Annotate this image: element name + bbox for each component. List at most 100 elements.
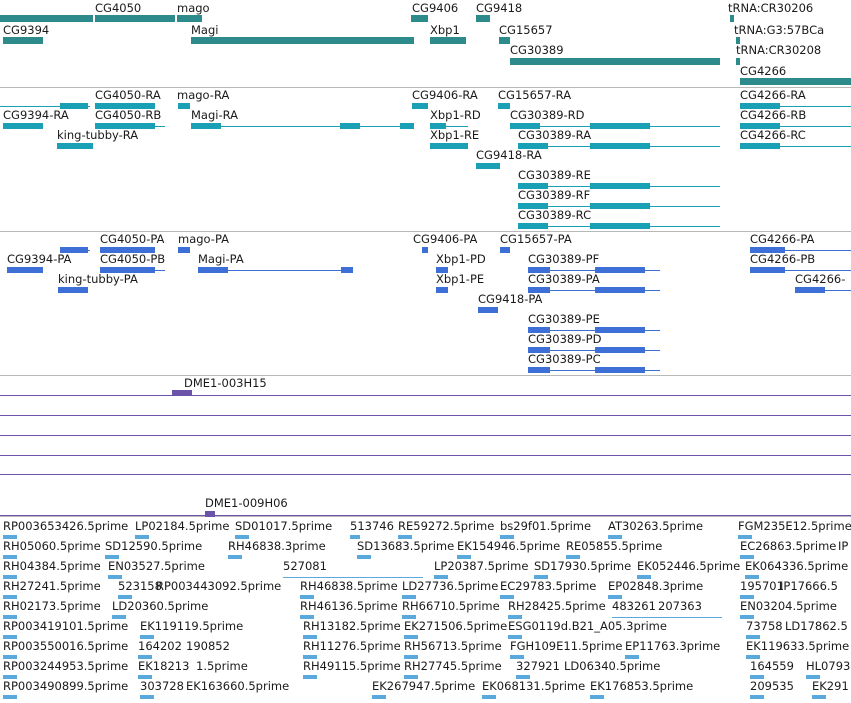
transcript-label[interactable]: CG30389-RE bbox=[518, 169, 591, 182]
transcript-label[interactable]: king-tubby-RA bbox=[57, 129, 138, 142]
transcript-exon[interactable] bbox=[476, 163, 500, 169]
clone-label[interactable]: DME1-003H15 bbox=[184, 377, 267, 390]
est-label[interactable]: RH56713.5prime bbox=[404, 640, 502, 653]
gene-bar[interactable] bbox=[95, 15, 175, 22]
protein-block[interactable] bbox=[595, 267, 645, 273]
est-label[interactable]: RH27241.5prime bbox=[3, 580, 101, 593]
gene-bar[interactable] bbox=[0, 15, 93, 22]
transcript-label[interactable]: CG30389-RF bbox=[518, 189, 590, 202]
protein-block[interactable] bbox=[341, 267, 353, 273]
est-label[interactable]: RP003490899.5prime bbox=[3, 680, 128, 693]
est-label[interactable]: ESG0119d.B21_A05.3prime bbox=[508, 620, 667, 633]
est-label[interactable]: 327921 bbox=[516, 660, 560, 673]
est-label[interactable]: 527081 bbox=[283, 560, 327, 573]
est-label[interactable]: 513746 bbox=[350, 520, 394, 533]
est-mark[interactable] bbox=[750, 695, 764, 699]
protein-block[interactable] bbox=[436, 287, 448, 293]
gene-label[interactable]: CG4266 bbox=[740, 65, 786, 78]
transcript-label[interactable]: CG30389-RC bbox=[518, 209, 591, 222]
est-label[interactable]: RH46838.5prime bbox=[300, 580, 398, 593]
est-label[interactable]: IP17666.5 bbox=[780, 580, 838, 593]
gene-label[interactable]: Magi bbox=[191, 24, 218, 37]
est-label[interactable]: EC26863.5prime bbox=[740, 540, 836, 553]
protein-block[interactable] bbox=[178, 247, 190, 253]
transcript-label[interactable]: CG4266-RC bbox=[740, 129, 806, 142]
protein-label[interactable]: CG9418-PA bbox=[478, 293, 542, 306]
clone-line[interactable] bbox=[0, 474, 851, 475]
protein-block[interactable] bbox=[528, 367, 550, 373]
est-mark[interactable] bbox=[590, 695, 604, 699]
protein-label[interactable]: Xbp1-PD bbox=[436, 253, 486, 266]
transcript-label[interactable]: CG30389-RD bbox=[510, 109, 585, 122]
est-label[interactable]: RH27745.5prime bbox=[404, 660, 502, 673]
est-label[interactable]: RH11276.5prime bbox=[303, 640, 401, 653]
gene-label[interactable]: CG30389 bbox=[510, 44, 564, 57]
protein-block[interactable] bbox=[595, 287, 645, 293]
transcript-exon[interactable] bbox=[590, 203, 650, 209]
est-label[interactable]: EK154946.5prime bbox=[457, 540, 560, 553]
est-label[interactable]: EK163660.5prime bbox=[186, 680, 289, 693]
gene-label[interactable]: CG9394 bbox=[3, 24, 49, 37]
transcript-exon[interactable] bbox=[590, 123, 650, 129]
est-label[interactable]: RH13182.5prime bbox=[303, 620, 401, 633]
est-label[interactable]: FGH109E11.5prime bbox=[510, 640, 623, 653]
transcript-label[interactable]: CG4266-RB bbox=[740, 109, 806, 122]
est-label[interactable]: LD20360.5prime bbox=[112, 600, 208, 613]
est-label[interactable]: EN03204.5prime bbox=[740, 600, 837, 613]
transcript-exon[interactable] bbox=[590, 223, 650, 229]
protein-block[interactable] bbox=[595, 367, 645, 373]
est-label[interactable]: LD27736.5prime bbox=[402, 580, 498, 593]
est-mark[interactable] bbox=[228, 555, 242, 559]
est-label[interactable]: EK052446.5prime bbox=[637, 560, 740, 573]
est-label[interactable]: HL0793 bbox=[806, 660, 850, 673]
protein-block[interactable] bbox=[7, 267, 43, 273]
est-label[interactable]: EK176853.5prime bbox=[590, 680, 693, 693]
protein-block[interactable] bbox=[500, 247, 510, 253]
gene-label[interactable]: tRNA:CR30208 bbox=[736, 44, 821, 57]
protein-block[interactable] bbox=[478, 307, 498, 313]
transcript-label[interactable]: CG9394-RA bbox=[3, 109, 69, 122]
gene-bar[interactable] bbox=[430, 37, 466, 44]
est-label[interactable]: 73758 bbox=[746, 620, 783, 633]
est-label[interactable]: SD12590.5prime bbox=[105, 540, 202, 553]
transcript-label[interactable]: CG4050-RA bbox=[95, 89, 161, 102]
protein-block[interactable] bbox=[795, 287, 825, 293]
est-label[interactable]: RP003244953.5prime bbox=[3, 660, 128, 673]
gene-bar[interactable] bbox=[177, 15, 202, 22]
est-label[interactable]: 1.5prime bbox=[196, 660, 248, 673]
protein-label[interactable]: Magi-PA bbox=[198, 253, 244, 266]
est-label[interactable]: EP02848.3prime bbox=[608, 580, 703, 593]
est-label[interactable]: LD17862.5 bbox=[785, 620, 848, 633]
transcript-exon[interactable] bbox=[412, 103, 428, 109]
transcript-exon[interactable] bbox=[498, 103, 510, 109]
gene-bar[interactable] bbox=[411, 15, 428, 22]
est-label[interactable]: LP02184.5prime bbox=[135, 520, 229, 533]
gene-label[interactable]: CG15657 bbox=[499, 24, 553, 37]
protein-label[interactable]: CG30389-PD bbox=[528, 333, 601, 346]
gene-label[interactable]: mago bbox=[177, 2, 210, 15]
est-label[interactable]: AT30263.5prime bbox=[608, 520, 703, 533]
protein-label[interactable]: CG4050-PA bbox=[100, 233, 164, 246]
gene-label[interactable]: Xbp1 bbox=[430, 24, 460, 37]
protein-block[interactable] bbox=[198, 267, 228, 273]
est-mark[interactable] bbox=[303, 675, 317, 679]
gene-bar[interactable] bbox=[476, 15, 490, 22]
protein-label[interactable]: CG30389-PC bbox=[528, 353, 601, 366]
est-label[interactable]: EK119119.5prime bbox=[140, 620, 243, 633]
est-label[interactable]: RH04384.5prime bbox=[3, 560, 101, 573]
est-label[interactable]: LP20387.5prime bbox=[434, 560, 528, 573]
gene-bar[interactable] bbox=[510, 58, 720, 65]
est-label[interactable]: 164559 bbox=[750, 660, 794, 673]
gene-label[interactable]: CG4050 bbox=[95, 2, 141, 15]
est-mark[interactable] bbox=[812, 695, 826, 699]
protein-label[interactable]: CG9406-PA bbox=[413, 233, 477, 246]
clone-line[interactable] bbox=[0, 455, 851, 456]
est-mark[interactable] bbox=[3, 695, 17, 699]
est-label[interactable]: EP11763.3prime bbox=[625, 640, 720, 653]
est-label[interactable]: RP003653426.5prime bbox=[3, 520, 128, 533]
transcript-exon[interactable] bbox=[3, 123, 43, 129]
est-label[interactable]: RH49115.5prime bbox=[303, 660, 401, 673]
clone-label[interactable]: DME1-009H06 bbox=[205, 497, 288, 510]
transcript-label[interactable]: CG9418-RA bbox=[476, 149, 542, 162]
gene-bar[interactable] bbox=[740, 78, 851, 85]
